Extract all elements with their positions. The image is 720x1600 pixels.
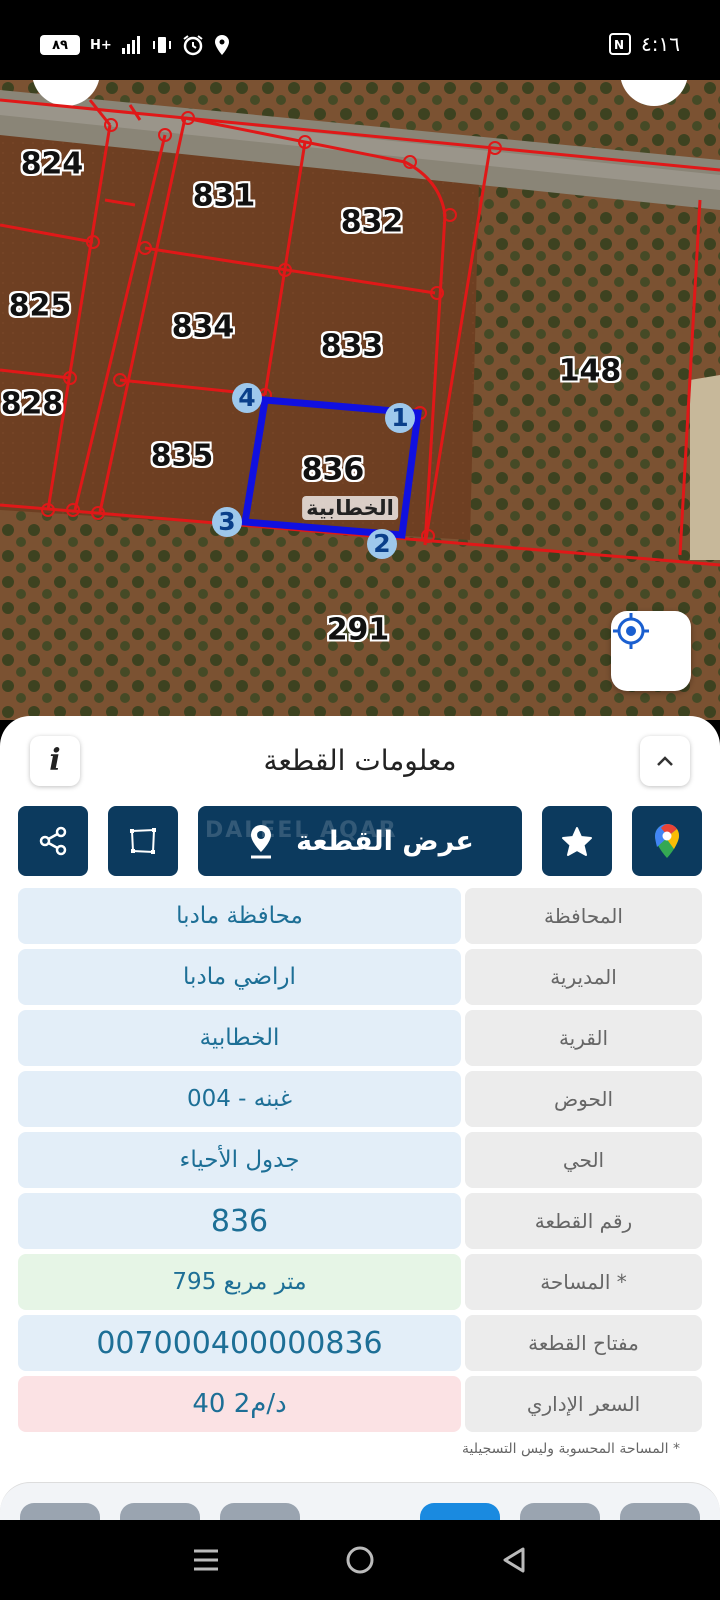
- vertex-label-3: 3: [212, 507, 242, 537]
- recent-apps-icon[interactable]: [191, 1545, 221, 1575]
- info-row-admin-price: 40 د/م2 السعر الإداري: [18, 1376, 702, 1432]
- vertex-label-2: 2: [367, 529, 397, 559]
- clock: ٤:١٦: [641, 32, 680, 56]
- info-row-district: جدول الأحياء الحي: [18, 1132, 702, 1188]
- district-value: جدول الأحياء: [18, 1132, 461, 1188]
- locate-me-button[interactable]: [611, 611, 691, 691]
- area-footnote: * المساحة المحسوبة وليس التسجيلية: [462, 1441, 680, 1457]
- back-icon[interactable]: [499, 1545, 529, 1575]
- location-icon: [214, 35, 229, 55]
- svg-text:N: N: [614, 38, 624, 52]
- info-row-parcel-key: 007000400000836 مفتاح القطعة: [18, 1315, 702, 1371]
- status-right: N ٤:١٦: [609, 32, 680, 56]
- action-bar: عرض القطعة DALEEL AQAR: [0, 806, 720, 876]
- area-polygon-button[interactable]: [108, 806, 178, 876]
- gps-target-icon: [613, 613, 649, 649]
- share-button[interactable]: [18, 806, 88, 876]
- map-view[interactable]: 824 831 832 825 834 833 148 828 835 836 …: [0, 80, 720, 720]
- parcel-label-834: 834: [171, 309, 235, 345]
- sheet-header: i معلومات القطعة: [0, 734, 720, 794]
- vertex-label-1: 1: [385, 403, 415, 433]
- governorate-value: محافظة مادبا: [18, 888, 461, 944]
- admin-price-label: السعر الإداري: [465, 1376, 702, 1432]
- google-maps-button[interactable]: [632, 806, 702, 876]
- parcel-label-836: 836: [301, 452, 365, 488]
- parcel-info-table: محافظة مادبا المحافظة اراضي مادبا المدير…: [18, 888, 702, 1437]
- village-map-label: الخطابية: [302, 496, 398, 520]
- admin-price-value: 40 د/م2: [18, 1376, 461, 1432]
- info-row-area: 795 متر مربع المساحة *: [18, 1254, 702, 1310]
- signal-icon: [121, 36, 140, 54]
- star-icon: [562, 827, 592, 856]
- share-icon: [39, 826, 67, 856]
- vertex-label-4: 4: [232, 383, 262, 413]
- governorate-label: المحافظة: [465, 888, 702, 944]
- info-row-parcel-number: 836 رقم القطعة: [18, 1193, 702, 1249]
- vibrate-icon: [152, 37, 171, 53]
- parcel-label-824: 824: [20, 146, 84, 182]
- parcel-key-value: 007000400000836: [18, 1315, 461, 1371]
- parcel-number-value: 836: [18, 1193, 461, 1249]
- info-row-village: الخطابية القرية: [18, 1010, 702, 1066]
- home-icon[interactable]: [344, 1544, 376, 1576]
- nfc-icon: N: [609, 33, 632, 55]
- village-value: الخطابية: [18, 1010, 461, 1066]
- status-left: ٨٩ H+: [40, 34, 230, 56]
- parcel-info-sheet: i معلومات القطعة عرض القطعة محافظة مادبا…: [0, 716, 720, 1516]
- system-navigation-bar: [0, 1520, 720, 1600]
- parcel-number-label: رقم القطعة: [465, 1193, 702, 1249]
- directorate-label: المديرية: [465, 949, 702, 1005]
- area-label: المساحة *: [465, 1254, 702, 1310]
- area-value: 795 متر مربع: [18, 1254, 461, 1310]
- show-parcel-button[interactable]: عرض القطعة: [198, 806, 522, 876]
- info-row-basin: غبنه - 004 الحوض: [18, 1071, 702, 1127]
- polygon-icon: [130, 828, 156, 854]
- battery-icon: ٨٩: [40, 35, 80, 55]
- favorite-button[interactable]: [542, 806, 612, 876]
- parcel-label-148: 148: [558, 353, 622, 389]
- map-pin-icon: [251, 825, 272, 859]
- parcel-label-831: 831: [192, 178, 256, 214]
- info-row-directorate: اراضي مادبا المديرية: [18, 949, 702, 1005]
- alarm-icon: [183, 35, 203, 56]
- parcel-label-832: 832: [340, 204, 404, 240]
- parcel-label-833: 833: [320, 328, 384, 364]
- basin-value: غبنه - 004: [18, 1071, 461, 1127]
- village-label: القرية: [465, 1010, 702, 1066]
- directorate-value: اراضي مادبا: [18, 949, 461, 1005]
- show-parcel-label: عرض القطعة: [296, 825, 474, 857]
- network-indicator: H+: [90, 37, 112, 53]
- status-bar: ٨٩ H+ N ٤:١٦: [0, 0, 720, 80]
- sheet-title: معلومات القطعة: [263, 744, 457, 777]
- collapse-button[interactable]: [640, 736, 690, 786]
- district-label: الحي: [465, 1132, 702, 1188]
- parcel-label-828: 828: [0, 386, 64, 422]
- google-maps-icon: [655, 823, 680, 858]
- parcel-label-291: 291: [326, 612, 390, 648]
- parcel-label-825: 825: [8, 288, 72, 324]
- basin-label: الحوض: [465, 1071, 702, 1127]
- chevron-up-icon: [657, 756, 673, 766]
- info-row-governorate: محافظة مادبا المحافظة: [18, 888, 702, 944]
- bottom-nav-peek: [0, 1482, 720, 1533]
- parcel-key-label: مفتاح القطعة: [465, 1315, 702, 1371]
- parcel-label-835: 835: [150, 438, 214, 474]
